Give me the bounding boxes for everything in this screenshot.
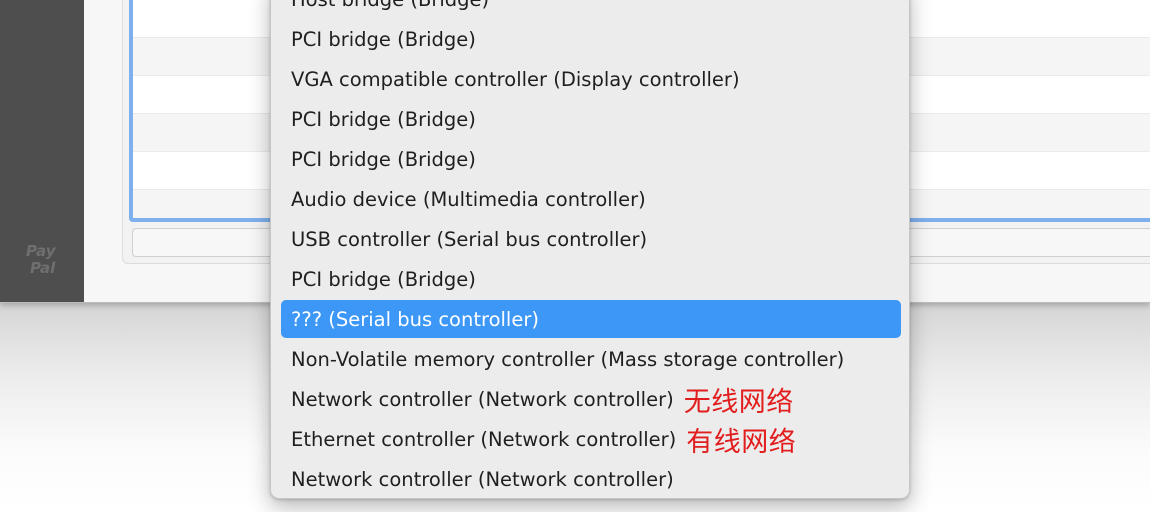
menu-item-label: Non-Volatile memory controller (Mass sto… xyxy=(291,347,845,371)
menu-item[interactable]: Audio device (Multimedia controller) xyxy=(281,180,901,218)
menu-item-label: VGA compatible controller (Display contr… xyxy=(291,67,740,91)
annotation-note: 无线网络 xyxy=(683,386,794,418)
menu-item-label: PCI bridge (Bridge) xyxy=(291,27,476,51)
menu-item[interactable]: Network controller (Network controller) 无… xyxy=(281,380,901,418)
menu-item-label: Audio device (Multimedia controller) xyxy=(291,187,646,211)
menu-item-label: Network controller (Network controller) xyxy=(291,387,674,411)
menu-item[interactable]: PCI bridge (Bridge) xyxy=(281,100,901,138)
popup-menu[interactable]: Host bridge (Bridge) PCI bridge (Bridge) V… xyxy=(270,0,910,499)
menu-item[interactable]: PCI bridge (Bridge) xyxy=(281,140,901,178)
menu-item-label: Host bridge (Bridge) xyxy=(291,0,489,11)
menu-item[interactable]: Ethernet controller (Network controller)… xyxy=(281,420,901,458)
menu-item-label: USB controller (Serial bus controller) xyxy=(291,227,648,251)
menu-item[interactable]: PCI bridge (Bridge) xyxy=(281,20,901,58)
menu-item[interactable]: USB controller (Serial bus controller) xyxy=(281,220,901,258)
logo-text-line-2: Pal xyxy=(30,259,56,277)
logo-text-line-1: Pay xyxy=(26,242,56,260)
annotation-note: 有线网络 xyxy=(686,426,797,458)
sidebar: Pay Pal xyxy=(0,0,84,302)
menu-item-selected[interactable]: ??? (Serial bus controller) xyxy=(281,300,901,338)
paypal-logo: Pay Pal xyxy=(26,243,66,277)
menu-item-label: PCI bridge (Bridge) xyxy=(291,147,476,171)
menu-item-label: PCI bridge (Bridge) xyxy=(291,107,476,131)
menu-item-label: Ethernet controller (Network controller) xyxy=(291,427,677,451)
menu-item[interactable]: Non-Volatile memory controller (Mass sto… xyxy=(281,340,901,378)
menu-item[interactable]: Host bridge (Bridge) xyxy=(281,0,901,18)
menu-item-label: PCI bridge (Bridge) xyxy=(291,267,476,291)
menu-item[interactable]: Network controller (Network controller) xyxy=(281,460,901,498)
menu-item[interactable]: VGA compatible controller (Display contr… xyxy=(281,60,901,98)
menu-item[interactable]: PCI bridge (Bridge) xyxy=(281,260,901,298)
menu-item-label: Network controller (Network controller) xyxy=(291,467,674,491)
menu-item-label: ??? (Serial bus controller) xyxy=(291,307,539,331)
